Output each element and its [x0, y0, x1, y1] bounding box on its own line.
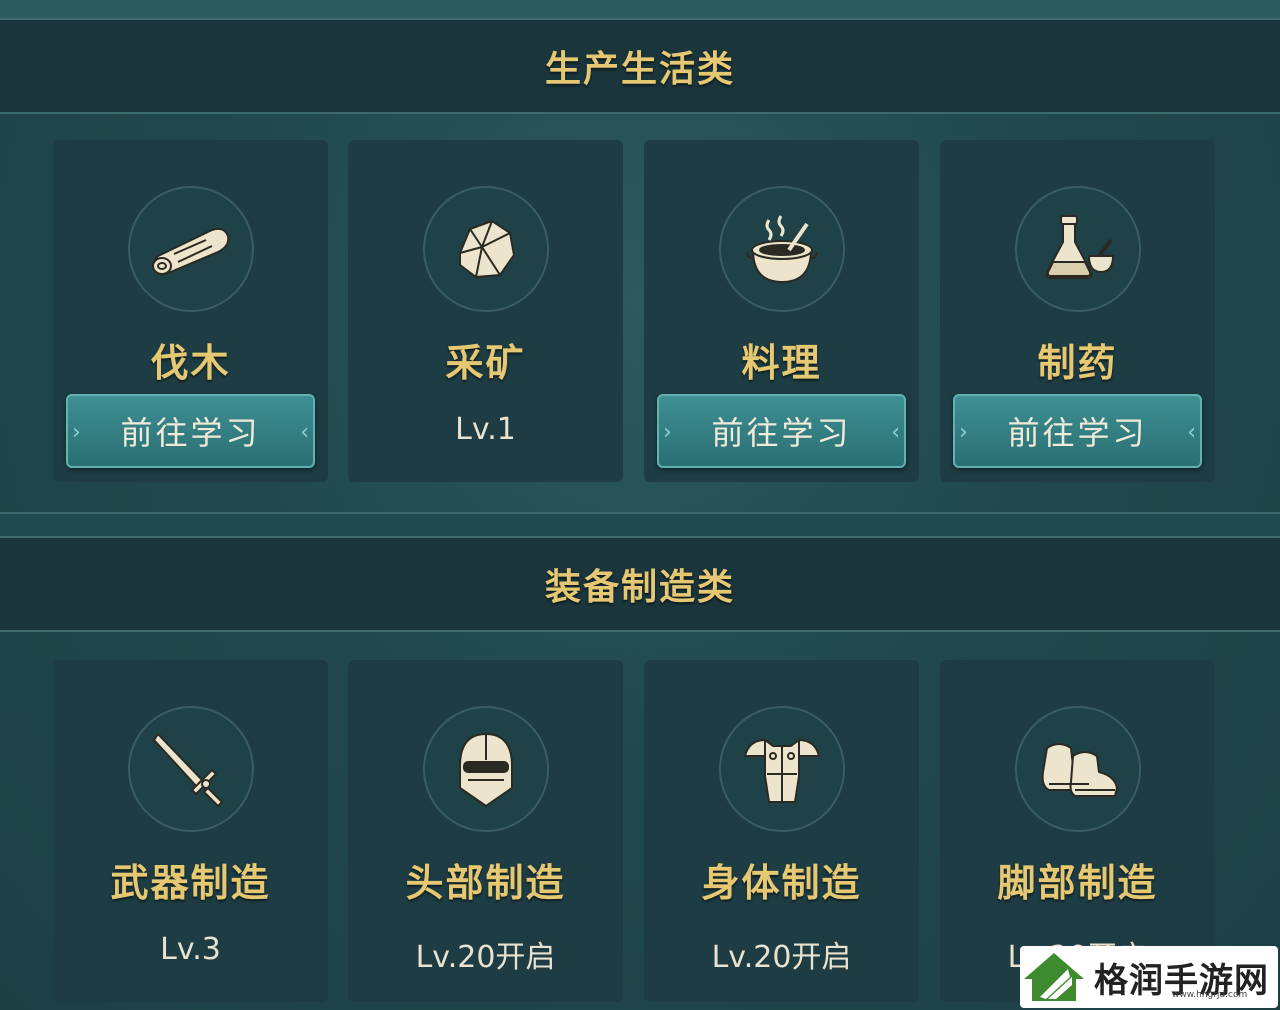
- section-title: 生产生活类: [544, 49, 735, 90]
- skill-card-mining[interactable]: 采矿 Lv.1: [348, 140, 623, 482]
- skill-name: 武器制造: [110, 861, 271, 905]
- skill-name: 脚部制造: [997, 861, 1158, 905]
- go-learn-button[interactable]: › 前往学习 ‹: [66, 394, 315, 468]
- skill-level: Lv.1: [455, 412, 516, 447]
- skill-card-body[interactable]: 身体制造 Lv.20开启: [644, 660, 919, 1002]
- section-header-equipment: 装备制造类: [0, 536, 1280, 632]
- section-title: 装备制造类: [544, 567, 735, 608]
- go-learn-label: 前往学习: [711, 414, 852, 452]
- section-header-life: 生产生活类: [0, 18, 1280, 114]
- skill-name: 料理: [741, 341, 822, 385]
- skill-card-logging[interactable]: 伐木 › 前往学习 ‹: [53, 140, 328, 482]
- go-learn-button[interactable]: › 前往学习 ‹: [953, 394, 1202, 468]
- chevron-right-icon: ›: [663, 420, 672, 445]
- skill-card-head[interactable]: 头部制造 Lv.20开启: [348, 660, 623, 1002]
- skill-level: Lv.3: [160, 932, 221, 967]
- chevron-left-icon: ‹: [891, 420, 900, 445]
- skill-level: Lv.20开启: [415, 940, 556, 975]
- skill-name: 身体制造: [701, 861, 862, 905]
- watermark-url: www.hngrjd.com: [1172, 990, 1248, 1000]
- skill-level: Lv.20开启: [711, 940, 852, 975]
- section-divider: [0, 512, 1280, 536]
- skill-card-cooking[interactable]: 料理 › 前往学习 ‹: [644, 140, 919, 482]
- cooking-pot-icon: [719, 186, 845, 312]
- skill-name: 制药: [1037, 341, 1118, 385]
- helmet-icon: [423, 706, 549, 832]
- sword-icon: [128, 706, 254, 832]
- go-learn-button[interactable]: › 前往学习 ‹: [657, 394, 906, 468]
- skill-name: 头部制造: [405, 861, 566, 905]
- skill-name: 采矿: [445, 341, 526, 385]
- house-logo-icon: [1024, 953, 1084, 1001]
- ore-icon: [423, 186, 549, 312]
- chevron-right-icon: ›: [72, 420, 81, 445]
- chevron-left-icon: ‹: [1187, 420, 1196, 445]
- boots-icon: [1015, 706, 1141, 832]
- log-icon: [128, 186, 254, 312]
- top-strip: [0, 0, 1280, 18]
- go-learn-label: 前往学习: [1007, 414, 1148, 452]
- chevron-right-icon: ›: [959, 420, 968, 445]
- skill-card-weapon[interactable]: 武器制造 Lv.3: [53, 660, 328, 1002]
- skill-card-pharmacy[interactable]: 制药 › 前往学习 ‹: [940, 140, 1215, 482]
- potion-flask-icon: [1015, 186, 1141, 312]
- go-learn-label: 前往学习: [120, 414, 261, 452]
- chevron-left-icon: ‹: [300, 420, 309, 445]
- site-watermark: 格润手游网 www.hngrjd.com: [1020, 946, 1278, 1008]
- armor-icon: [719, 706, 845, 832]
- skill-name: 伐木: [150, 341, 231, 385]
